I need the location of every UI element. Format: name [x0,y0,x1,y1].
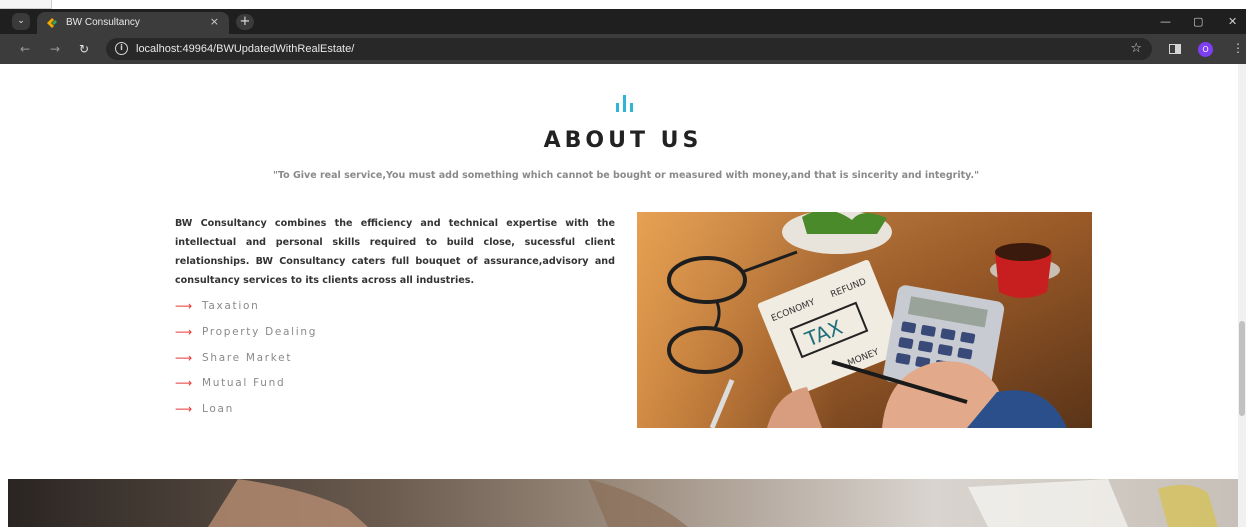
top-strip [0,0,1246,9]
favicon-icon [47,18,57,28]
tax-photo-illustration: ECONOMY REFUND TAX MONEY [637,212,1092,428]
services-list: ⟶ Taxation ⟶ Property Dealing ⟶ Share Ma… [175,296,475,425]
browser-tab-bar: ⌄ BW Consultancy × + — ▢ ✕ [0,9,1246,34]
new-tab-button[interactable]: + [236,14,254,30]
list-item: ⟶ Property Dealing [175,322,475,348]
browser-toolbar: ← → ↻ i localhost:49964/BWUpdatedWithRea… [0,34,1246,64]
scroll-thumb[interactable] [1239,321,1245,416]
list-item: ⟶ Share Market [175,348,475,374]
profile-avatar[interactable]: O [1198,42,1213,57]
screen: ⌄ BW Consultancy × + — ▢ ✕ ← → ↻ i local… [0,0,1246,527]
forward-icon[interactable]: → [50,42,60,56]
list-item: ⟶ Mutual Fund [175,373,475,399]
tax-photo: ECONOMY REFUND TAX MONEY [637,212,1092,428]
service-label: Property Dealing [202,325,318,338]
tab-title: BW Consultancy [66,17,140,28]
minimize-button[interactable]: — [1160,15,1171,29]
service-label: Loan [202,403,234,416]
url-text[interactable]: localhost:49964/BWUpdatedWithRealEstate/ [136,42,354,56]
tab-menu-icon[interactable]: ⌄ [12,13,30,30]
info-icon[interactable]: i [115,42,128,55]
next-section-banner [8,479,1240,527]
banner-image [8,479,1240,527]
service-label: Share Market [202,351,293,364]
tab-close-icon[interactable]: × [210,15,219,29]
section-mark-icon [613,94,635,112]
tab-bw-consultancy[interactable]: BW Consultancy × [37,12,229,34]
page-scrollbar[interactable] [1238,64,1246,527]
about-heading: ABOUT US [543,128,703,153]
service-label: Taxation [202,300,260,312]
page-content: ABOUT US "To Give real service,You must … [0,64,1246,527]
arrow-right-icon: ⟶ [175,350,193,365]
about-intro: BW Consultancy combines the efficiency a… [175,218,615,286]
arrow-right-icon: ⟶ [175,299,193,313]
kebab-menu-icon[interactable]: ⋮ [1232,40,1244,56]
close-window-button[interactable]: ✕ [1228,15,1237,29]
back-icon[interactable]: ← [20,42,30,56]
arrow-right-icon: ⟶ [175,376,193,391]
top-strip-fragment [0,0,52,9]
reload-icon[interactable]: ↻ [79,42,89,56]
service-label: Mutual Fund [202,377,286,390]
restore-button[interactable]: ▢ [1193,15,1203,29]
list-item: ⟶ Loan [175,399,475,425]
side-panel-icon[interactable] [1169,44,1181,54]
star-icon[interactable]: ☆ [1130,41,1142,56]
arrow-right-icon: ⟶ [175,402,193,417]
list-item: ⟶ Taxation [175,296,475,322]
about-quote: "To Give real service,You must add somet… [272,170,980,181]
arrow-right-icon: ⟶ [175,324,193,339]
address-bar[interactable]: i localhost:49964/BWUpdatedWithRealEstat… [106,38,1152,60]
